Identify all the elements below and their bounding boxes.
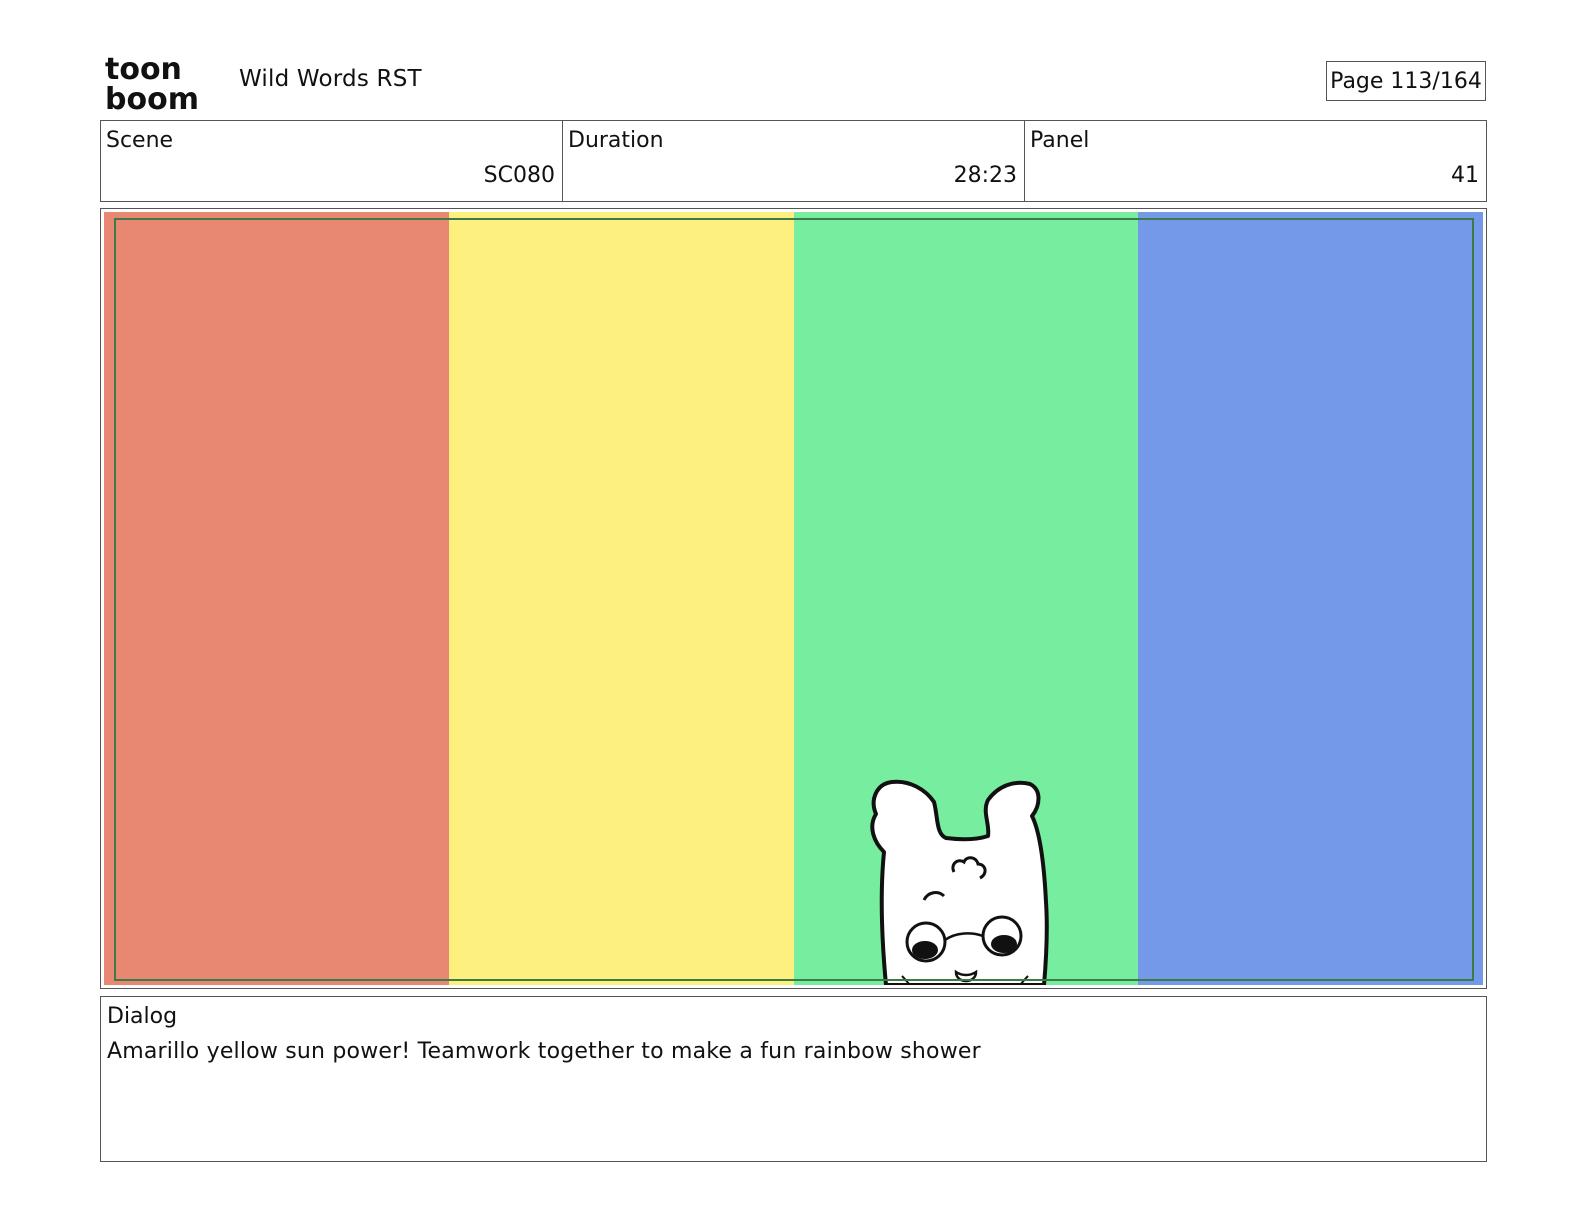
panel-label: Panel [1030, 128, 1090, 153]
dialog-label: Dialog [107, 1004, 178, 1029]
dialog-box: Dialog Amarillo yellow sun power! Teamwo… [100, 996, 1487, 1162]
dialog-text: Amarillo yellow sun power! Teamwork toge… [107, 1039, 981, 1064]
info-table: Scene SC080 Duration 28:23 Panel 41 [100, 120, 1487, 202]
duration-cell: Duration 28:23 [563, 121, 1025, 201]
character-sketch [870, 779, 1049, 985]
stripe-blue [1138, 212, 1483, 985]
duration-label: Duration [568, 128, 664, 153]
panel-value: 41 [1451, 163, 1479, 188]
character-drawing [864, 772, 1064, 985]
panel-image [104, 212, 1483, 985]
scene-value: SC080 [483, 163, 555, 188]
duration-value: 28:23 [953, 163, 1017, 188]
stripe-red [104, 212, 449, 985]
storyboard-panel [100, 208, 1487, 989]
logo-text-bottom: boom [105, 82, 199, 112]
panel-cell: Panel 41 [1025, 121, 1486, 201]
toon-boom-logo: toon boom [103, 52, 215, 112]
document-title: Wild Words RST [239, 66, 422, 92]
scene-label: Scene [106, 128, 174, 153]
toon-boom-logo-mark: toon boom [105, 52, 199, 112]
stripe-yellow [448, 212, 794, 985]
page-indicator: Page 113/164 [1326, 61, 1486, 101]
scene-cell: Scene SC080 [101, 121, 563, 201]
